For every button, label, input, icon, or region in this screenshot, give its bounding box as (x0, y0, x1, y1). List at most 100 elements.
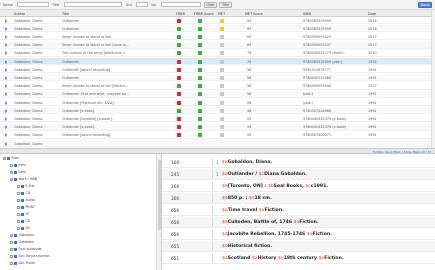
table-row[interactable]: ▮ Gabaldon, Diana. Outlander [sound record… (0, 66, 435, 74)
expand-toggle-icon[interactable] (10, 261, 13, 265)
frbr-score-indicator (198, 34, 202, 39)
book-icon: ▮ (5, 51, 7, 56)
tree-node[interactable]: CD (17, 219, 30, 225)
cell-title: Outlander. (62, 18, 80, 23)
expand-toggle-icon[interactable] (10, 233, 13, 237)
tree-node[interactable]: Item (10, 163, 26, 169)
cell-author: Gabaldon, Diana. (14, 108, 44, 113)
table-row[interactable]: ▮ Gabaldon, Diana. Outlander. 95 97803853199… (0, 25, 435, 33)
expand-toggle-icon[interactable] (3, 156, 6, 160)
clear-button[interactable]: Clear (204, 1, 217, 8)
marc-field-content: $aOutlander / $cDiana Gabaldon. (222, 172, 307, 177)
column-header-frbr[interactable]: FRBR (176, 12, 185, 16)
grid-scrollbar[interactable] (431, 10, 435, 148)
anc-filter-label: Anc (126, 2, 133, 7)
tree-node[interactable]: Sot. Fisher (10, 261, 35, 267)
cell-title: Outlander [sound recording]. (62, 133, 112, 138)
marc-field-row[interactable]: 650 $aTime travel $vFiction. (162, 205, 435, 216)
expand-toggle-icon[interactable] (17, 205, 20, 209)
column-header-frbr-score[interactable]: FRBR Score (194, 12, 214, 16)
cell-isbn: 9780440335375 (e-book) (303, 116, 347, 121)
subfield-value: Jacobite Rebellion, 1745-1746 (227, 232, 307, 237)
table-row[interactable]: ▮ Gabaldon, Diana. Outlander. 56 97804402125… (0, 74, 435, 82)
expand-toggle-icon[interactable] (10, 170, 13, 174)
table-row[interactable]: ▮ Gabaldon, Diana. Outlander. Scot and wis… (0, 90, 435, 98)
tree-node[interactable]: CD (17, 191, 30, 197)
name-filter-input[interactable] (17, 2, 49, 7)
tree-node[interactable]: Root (3, 156, 19, 162)
done-button[interactable]: Done (418, 1, 432, 8)
tree-node[interactable]: Audio (17, 198, 35, 204)
expand-toggle-icon[interactable] (10, 254, 13, 258)
vol-filter-input[interactable] (161, 2, 201, 7)
cell-met-score: 59 (247, 125, 252, 130)
tree-scrollbar-thumb[interactable] (158, 160, 161, 230)
marc-field-row[interactable]: 650 $aCulloden, Battle of, 1746 $vFictio… (162, 217, 435, 228)
frbr-score-indicator (198, 51, 202, 56)
book-icon: ▮ (5, 116, 7, 121)
cell-met-score: 74 (247, 51, 252, 56)
expand-toggle-icon[interactable] (17, 219, 20, 223)
expand-toggle-icon[interactable] (17, 191, 20, 195)
node-icon (21, 198, 24, 202)
expand-toggle-icon[interactable] (10, 163, 13, 167)
tree-node[interactable]: Sot. Tanya cinamon (10, 254, 50, 260)
tree-node[interactable]: Item (10, 170, 26, 176)
frbr-score-indicator (198, 26, 202, 31)
expand-toggle-icon[interactable] (10, 240, 13, 244)
anc-filter-input[interactable] (136, 2, 148, 7)
expand-toggle-icon[interactable] (17, 212, 20, 216)
tree-node[interactable]: LP (17, 212, 29, 218)
node-icon (14, 261, 17, 265)
column-header-isbn[interactable]: ISBN (303, 12, 311, 16)
table-row[interactable]: ▮ Gabaldon, Diana. Seven stones to stand o… (0, 83, 435, 90)
marc-field-row[interactable]: 260 $a[Toronto, ON] : $bSeal Books, $cc1… (162, 181, 435, 192)
tree-node[interactable]: Gabaldon (10, 233, 34, 239)
tree-node[interactable]: PRINT (17, 205, 35, 211)
tree-node[interactable]: Gabaldon (10, 240, 34, 246)
marc-field-row[interactable]: 650 $aJacobite Rebellion, 1745-1746 $vFi… (162, 229, 435, 240)
met-status-indicator (220, 84, 224, 89)
node-icon (21, 219, 24, 223)
column-header-title[interactable]: Title (62, 12, 69, 16)
expand-toggle-icon[interactable] (10, 247, 13, 251)
column-header-met[interactable]: MET (218, 12, 225, 16)
table-row[interactable]: ▮ Gabaldon, Diana. Outlander [e-book]. 46 97… (0, 107, 435, 115)
marc-field-row[interactable]: 245 1 $aOutlander / $cDiana Gabaldon. (162, 169, 435, 180)
table-row[interactable]: ▮ Gabaldon, Diana. Outlander. 74 97803853199… (0, 58, 435, 65)
column-header-date[interactable]: Date (368, 12, 376, 16)
display-options-link[interactable]: Hidden: Spoil Mark | Show Mark All | Fil (373, 150, 431, 154)
title-search-button[interactable]: Title (219, 1, 232, 8)
tree-node-label: CD (25, 191, 31, 195)
table-row[interactable]: ▮ Gabaldon, Diana. Outlander [Platinum ed.… (0, 99, 435, 106)
table-row[interactable]: ▮ Gabaldon, Diana. Outlander [Scottish] [e… (0, 115, 435, 123)
expand-toggle-icon[interactable] (17, 184, 20, 188)
book-icon: ▮ (5, 84, 7, 89)
expand-toggle-icon[interactable] (10, 177, 13, 181)
expand-toggle-icon[interactable] (17, 226, 20, 230)
marc-field-row[interactable]: 655 $aHistorical fiction. (162, 241, 435, 252)
table-row[interactable]: ▮ Gabaldon, Diana. Outlander [e-book]. 59 97… (0, 123, 435, 131)
marc-field-row[interactable]: 100 1 $aGabaldon, Diana. (162, 157, 435, 168)
column-header-author[interactable]: Author (14, 12, 25, 16)
marc-field-row[interactable]: 651 $aScotland $xHistory $y18th century … (162, 253, 435, 264)
table-row[interactable]: ▮ Gabaldon, Diana. Seven stones to stand o… (0, 33, 435, 41)
title-filter-input[interactable] (64, 2, 122, 7)
table-row[interactable]: ▮ Gabaldon, Diana. The custom of the army … (0, 50, 435, 57)
tree-node-label: Root (11, 156, 19, 160)
tree-node[interactable]: Scot outlander (10, 247, 42, 253)
marc-field-row[interactable]: 300 $a850 p. ; $c18 cm. (162, 193, 435, 204)
marc-field-content: $aJacobite Rebellion, 1745-1746 $vFictio… (222, 232, 332, 237)
table-row[interactable]: ▮ Gabaldon, Diana. Seven stones to stand o… (0, 41, 435, 49)
tree-node[interactable]: Work / ISBN (10, 177, 37, 183)
column-header-met-score[interactable]: MET Score (245, 12, 263, 16)
filter-toolbar: Name Title Anc Vol Clear Title Done (0, 0, 435, 10)
tree-node-label: Gabaldon (18, 240, 34, 244)
expand-toggle-icon[interactable] (17, 198, 20, 202)
subfield-value: Gabaldon, Diana. (227, 160, 273, 165)
table-row[interactable]: ▮ Gabaldon, Diana. (0, 140, 435, 147)
table-row[interactable]: ▮ Gabaldon, Diana. Outlander [sound record… (0, 132, 435, 139)
table-row[interactable]: ▮ Gabaldon, Diana. Outlander. 95 97803853199… (0, 17, 435, 24)
tree-node[interactable]: E-Pub (17, 184, 35, 190)
tree-node[interactable]: VA (17, 226, 30, 232)
